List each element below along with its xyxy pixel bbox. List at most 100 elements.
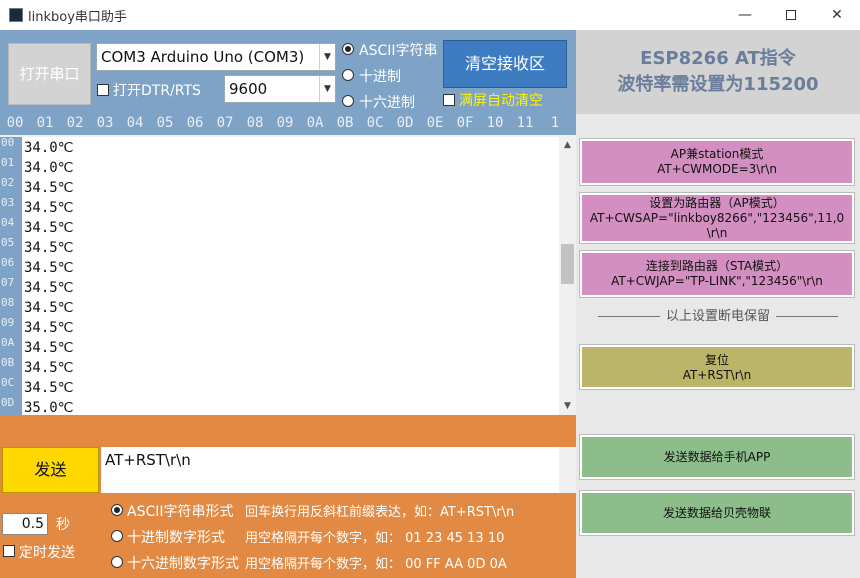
settings-persist-note: 以上设置断电保留 bbox=[576, 305, 860, 324]
column-header-row: 00 01 02 03 04 05 06 07 08 09 0A 0B 0C 0D 0E 0F 10 11 1 bbox=[0, 115, 576, 135]
send-mode-hex-label: 十六进制数字形式 bbox=[127, 556, 239, 572]
row-index: 09 bbox=[1, 316, 15, 329]
baud-rate-select[interactable]: 9600 ▼ bbox=[224, 75, 336, 103]
ap-station-mode-button[interactable]: AP兼station模式 AT+CWMODE=3\r\n bbox=[579, 138, 855, 186]
column-header: 1 bbox=[550, 115, 560, 131]
button-command: AT+RST\r\n bbox=[682, 368, 752, 382]
open-port-button[interactable]: 打开串口 bbox=[8, 43, 91, 105]
receive-line: 34.5℃ bbox=[24, 240, 74, 256]
dtr-rts-checkbox[interactable] bbox=[97, 84, 109, 96]
maximize-button[interactable] bbox=[768, 0, 814, 30]
column-header: 08 bbox=[246, 115, 264, 131]
reset-button[interactable]: 复位 AT+RST\r\n bbox=[579, 344, 855, 390]
sta-connect-button[interactable]: 连接到路由器（STA模式） AT+CWJAP="TP-LINK","123456… bbox=[579, 250, 855, 298]
button-title: 连接到路由器（STA模式） bbox=[645, 259, 789, 273]
receive-lines: 34.0℃ 34.0℃ 34.5℃ 34.5℃ 34.5℃ 34.5℃ 34.5… bbox=[24, 139, 73, 419]
receive-line: 34.5℃ bbox=[24, 280, 74, 296]
receive-mode-hex-label: 十六进制 bbox=[359, 95, 415, 111]
column-header: 04 bbox=[126, 115, 144, 131]
receive-mode-hex-radio[interactable] bbox=[342, 95, 354, 107]
receive-line: 34.5℃ bbox=[24, 360, 74, 376]
serial-settings-panel: 打开串口 COM3 Arduino Uno (COM3) ▼ 打开DTR/RTS… bbox=[0, 30, 576, 135]
title-bar: linkboy串口助手 — ✕ bbox=[0, 0, 860, 30]
close-button[interactable]: ✕ bbox=[814, 0, 860, 30]
send-to-app-button[interactable]: 发送数据给手机APP bbox=[579, 434, 855, 480]
row-index: 0A bbox=[1, 336, 15, 349]
receive-line: 34.5℃ bbox=[24, 200, 74, 216]
clear-receive-button[interactable]: 清空接收区 bbox=[443, 40, 567, 88]
scroll-up-icon[interactable]: ▲ bbox=[559, 137, 576, 154]
row-index-column: 00 01 02 03 04 05 06 07 08 09 0A 0B 0C 0… bbox=[0, 137, 22, 415]
button-title: 设置为路由器（AP模式） bbox=[649, 196, 785, 210]
send-button[interactable]: 发送 bbox=[2, 447, 99, 493]
receive-line: 34.5℃ bbox=[24, 380, 74, 396]
button-title: 复位 bbox=[704, 353, 729, 367]
receive-line: 34.5℃ bbox=[24, 260, 74, 276]
interval-unit: 秒 bbox=[56, 517, 70, 533]
send-mode-hex-radio[interactable] bbox=[111, 556, 123, 568]
app-window: linkboy串口助手 — ✕ 打开串口 COM3 Arduino Uno (C… bbox=[0, 0, 860, 578]
column-header: 09 bbox=[276, 115, 294, 131]
send-mode-ascii-radio[interactable] bbox=[111, 504, 123, 516]
scroll-down-icon[interactable]: ▼ bbox=[559, 398, 576, 415]
esp8266-panel: ESP8266 AT指令 波特率需设置为115200 AP兼station模式 … bbox=[576, 30, 860, 578]
row-index: 0B bbox=[1, 356, 15, 369]
row-index: 04 bbox=[1, 216, 15, 229]
interval-input[interactable]: 0.5 bbox=[2, 513, 48, 535]
row-index: 00 bbox=[1, 137, 15, 149]
minimize-button[interactable]: — bbox=[722, 0, 768, 30]
receive-mode-decimal-radio[interactable] bbox=[342, 69, 354, 81]
column-header: 0B bbox=[336, 115, 354, 131]
send-to-iot-button[interactable]: 发送数据给贝壳物联 bbox=[579, 490, 855, 536]
receive-line: 34.5℃ bbox=[24, 320, 74, 336]
send-input-scrollbar[interactable] bbox=[559, 447, 576, 493]
column-header: 00 bbox=[6, 115, 24, 131]
receive-line: 34.5℃ bbox=[24, 340, 74, 356]
port-select-value: COM3 Arduino Uno (COM3) bbox=[101, 48, 305, 66]
column-header: 11 bbox=[516, 115, 534, 131]
send-input-value: AT+RST\r\n bbox=[105, 451, 191, 469]
row-index: 0D bbox=[1, 396, 15, 409]
receive-line: 34.5℃ bbox=[24, 300, 74, 316]
send-mode-ascii-label: ASCII字符串形式 bbox=[127, 504, 234, 520]
receive-mode-ascii-radio[interactable] bbox=[342, 43, 354, 55]
chevron-down-icon[interactable]: ▼ bbox=[319, 76, 335, 102]
send-mode-decimal-radio[interactable] bbox=[111, 530, 123, 542]
row-index: 03 bbox=[1, 196, 15, 209]
column-header: 03 bbox=[96, 115, 114, 131]
port-select[interactable]: COM3 Arduino Uno (COM3) ▼ bbox=[96, 43, 336, 71]
receive-scrollbar[interactable]: ▲ ▼ bbox=[559, 137, 576, 415]
row-index: 02 bbox=[1, 176, 15, 189]
divider bbox=[776, 316, 838, 317]
row-index: 07 bbox=[1, 276, 15, 289]
window-title: linkboy串口助手 bbox=[28, 10, 127, 25]
row-index: 01 bbox=[1, 156, 15, 169]
row-index: 0C bbox=[1, 376, 15, 389]
column-header: 06 bbox=[186, 115, 204, 131]
receive-line: 34.5℃ bbox=[24, 180, 74, 196]
settings-persist-label: 以上设置断电保留 bbox=[665, 309, 770, 324]
scroll-thumb[interactable] bbox=[561, 244, 574, 284]
column-header: 02 bbox=[66, 115, 84, 131]
timed-send-label: 定时发送 bbox=[19, 545, 75, 561]
auto-clear-checkbox[interactable] bbox=[443, 94, 455, 106]
chevron-down-icon[interactable]: ▼ bbox=[319, 44, 335, 70]
ap-router-button[interactable]: 设置为路由器（AP模式） AT+CWSAP="linkboy8266","123… bbox=[579, 192, 855, 244]
column-header: 05 bbox=[156, 115, 174, 131]
dtr-rts-label: 打开DTR/RTS bbox=[113, 83, 201, 99]
button-command: AT+CWMODE=3\r\n bbox=[657, 162, 777, 176]
receive-mode-decimal-label: 十进制 bbox=[359, 69, 401, 85]
column-header: 01 bbox=[36, 115, 54, 131]
column-header: 0D bbox=[396, 115, 414, 131]
button-command: AT+CWSAP="linkboy8266","123456",11,0 bbox=[589, 211, 845, 225]
esp8266-header: ESP8266 AT指令 波特率需设置为115200 bbox=[576, 30, 860, 114]
send-row: 发送 AT+RST\r\n bbox=[0, 447, 576, 493]
button-command: AT+CWJAP="TP-LINK","123456"\r\n bbox=[611, 274, 823, 288]
send-input[interactable]: AT+RST\r\n bbox=[101, 447, 576, 493]
row-index: 06 bbox=[1, 256, 15, 269]
receive-area[interactable]: 00 01 02 03 04 05 06 07 08 09 0A 0B 0C 0… bbox=[0, 137, 576, 416]
send-mode-decimal-label: 十进制数字形式 bbox=[127, 530, 225, 546]
row-index: 05 bbox=[1, 236, 15, 249]
timed-send-checkbox[interactable] bbox=[3, 545, 15, 557]
column-header: 0C bbox=[366, 115, 384, 131]
